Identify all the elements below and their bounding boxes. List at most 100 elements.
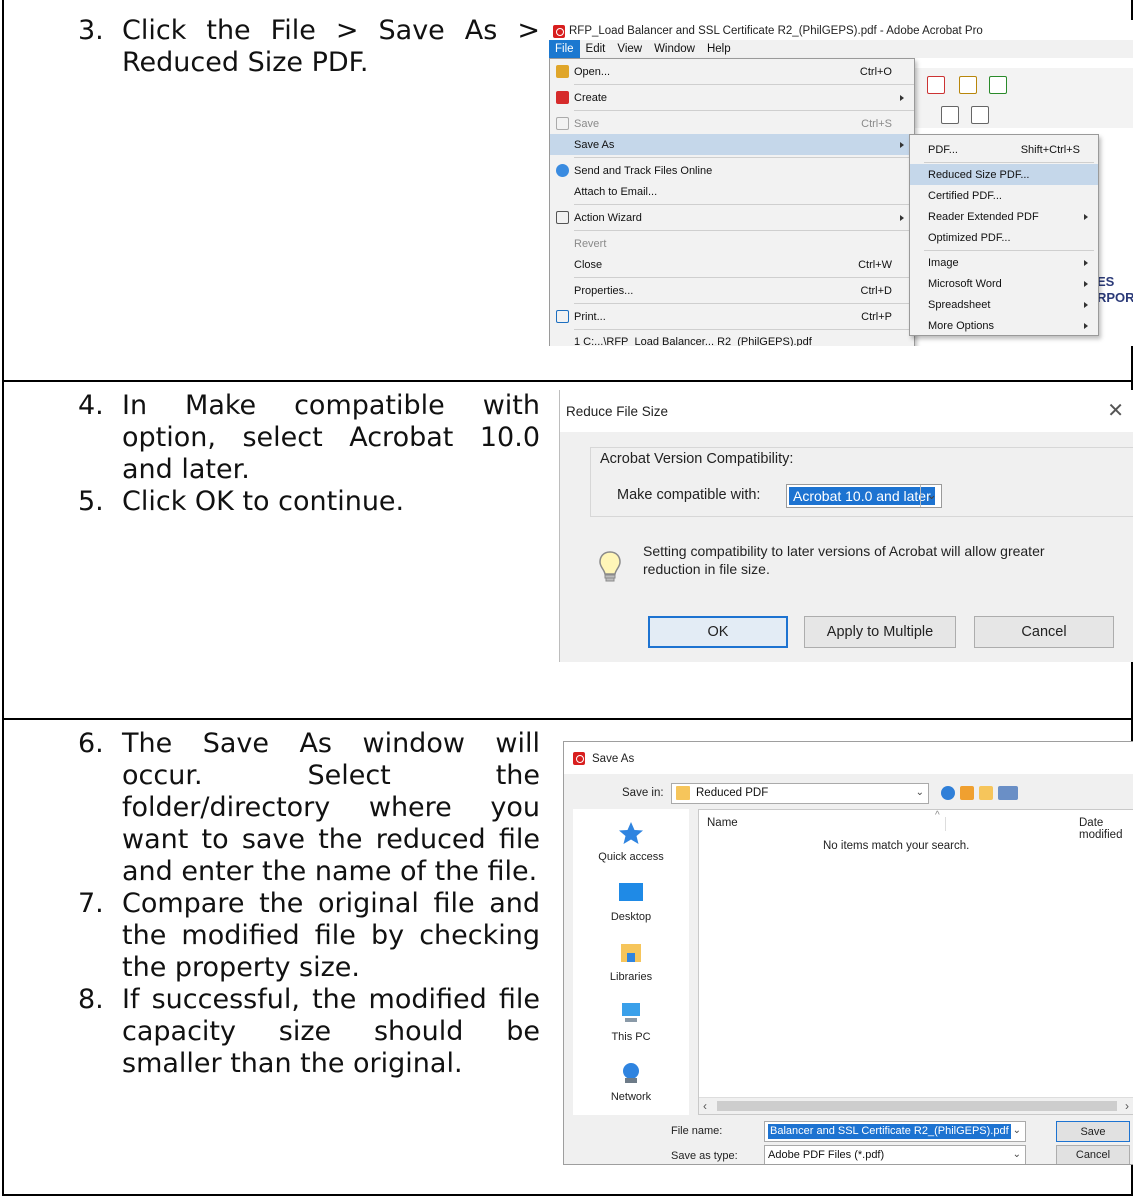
submenu-item-certified-pdf[interactable]: Certified PDF... [910,185,1098,206]
place-network[interactable]: Network [573,1061,689,1103]
chevron-down-icon: ⌄ [926,487,937,502]
save-icon [555,117,569,130]
ok-button[interactable]: OK [648,616,788,648]
place-libraries[interactable]: Libraries [573,941,689,983]
submenu-arrow-icon [1084,301,1088,308]
menu-item-revert[interactable]: Revert [550,233,914,254]
menu-separator [574,303,914,304]
file-name-input[interactable]: Balancer and SSL Certificate R2_(PhilGEP… [764,1121,1026,1142]
acrobat-toolbar [909,68,1133,128]
reduce-file-size-dialog: Reduce File Size ✕ Acrobat Version Compa… [559,390,1133,662]
pdf-file-icon [553,24,565,38]
menu-separator [574,277,914,278]
menu-edit[interactable]: Edit [580,40,612,58]
computer-icon [622,1003,640,1022]
empty-message: No items match your search. [823,840,970,852]
selected-value: Acrobat 10.0 and later [789,487,935,505]
background-text: ES [1097,274,1115,289]
action-wizard-icon [555,211,569,224]
submenu-item-more-options[interactable]: More Options [910,315,1098,336]
row-divider [2,380,1133,382]
scrollbar-thumb[interactable] [717,1101,1117,1111]
toolbar-icon[interactable] [927,76,945,94]
menu-separator [924,162,1094,163]
send-track-icon [555,164,569,177]
column-header-name[interactable]: Name [707,817,738,829]
menu-view[interactable]: View [611,40,648,58]
menu-item-save[interactable]: Save Ctrl+S [550,113,914,134]
step-text: Click OK to continue. [122,486,405,517]
menu-item-attach-email[interactable]: Attach to Email... [550,181,914,202]
step-text: If successful, the modified file capacit… [122,984,540,1079]
step-number: 8. [78,984,104,1015]
monitor-icon[interactable] [971,106,989,124]
menu-window[interactable]: Window [648,40,701,58]
close-icon[interactable]: ✕ [1107,398,1124,423]
menu-item-recent-file[interactable]: 1 C:...\RFP_Load Balancer... R2_(PhilGEP… [550,335,914,346]
save-as-submenu: PDF... Shift+Ctrl+S Reduced Size PDF... … [909,134,1099,336]
menu-item-save-as[interactable]: Save As [550,134,914,155]
toolbar-icon[interactable] [959,76,977,94]
cancel-button[interactable]: Cancel [974,616,1114,648]
submenu-arrow-icon [900,94,904,101]
step-text: Compare the original file and the modifi… [122,888,540,983]
info-text: Setting compatibility to later versions … [643,543,1045,577]
compatibility-select[interactable]: Acrobat 10.0 and later ⌄ [786,484,942,508]
file-name-value: Balancer and SSL Certificate R2_(PhilGEP… [768,1124,1011,1139]
place-desktop[interactable]: Desktop [573,881,689,923]
chevron-down-icon: ⌄ [1010,1125,1021,1136]
save-in-value: Reduced PDF [696,787,769,799]
menu-item-create[interactable]: Create [550,87,914,108]
menu-item-open[interactable]: Open... Ctrl+O [550,61,914,82]
step-list-1: 3. Click the File > Save As > Reduced Si… [78,15,540,79]
menu-item-print[interactable]: Print... Ctrl+P [550,306,914,327]
step-6: 6. The Save As window will occur. Select… [78,728,540,888]
scroll-right-icon[interactable]: › [1125,1099,1129,1113]
submenu-item-microsoft-word[interactable]: Microsoft Word [910,273,1098,294]
menu-separator [574,230,914,231]
desktop-icon [619,883,643,901]
step-text: The Save As window will occur. Select th… [122,728,540,887]
star-icon [619,822,643,844]
save-in-select[interactable]: Reduced PDF ⌄ [671,783,929,804]
submenu-item-optimized-pdf[interactable]: Optimized PDF... [910,227,1098,248]
place-this-pc[interactable]: This PC [573,1001,689,1043]
view-menu-icon[interactable] [998,786,1018,800]
menu-item-action-wizard[interactable]: Action Wizard [550,207,914,228]
column-header-date[interactable]: Date modified [1079,817,1133,841]
save-as-type-label: Save as type: [671,1150,738,1162]
menu-item-properties[interactable]: Properties... Ctrl+D [550,280,914,301]
menu-help[interactable]: Help [701,40,737,58]
up-folder-icon[interactable] [960,786,974,800]
chevron-down-icon: ⌄ [915,787,924,798]
submenu-item-spreadsheet[interactable]: Spreadsheet [910,294,1098,315]
toolbar-icon[interactable] [941,106,959,124]
menu-item-close[interactable]: Close Ctrl+W [550,254,914,275]
network-icon [623,1063,639,1083]
place-quick-access[interactable]: Quick access [573,821,689,863]
save-as-type-select[interactable]: Adobe PDF Files (*.pdf) ⌄ [764,1145,1026,1164]
step-8: 8. If successful, the modified file capa… [78,984,540,1080]
step-list-2: 4. In Make compatible with option, selec… [78,390,540,518]
dialog-title-bar: Save As [564,742,1133,774]
apply-to-multiple-button[interactable]: Apply to Multiple [804,616,956,648]
create-icon [555,91,569,104]
submenu-item-pdf[interactable]: PDF... Shift+Ctrl+S [910,139,1098,160]
menu-separator [574,84,914,85]
toolbar-icon[interactable] [989,76,1007,94]
file-list[interactable]: ^ Name Date modified Type No items match… [698,809,1133,1115]
menu-item-send-track[interactable]: Send and Track Files Online [550,160,914,181]
horizontal-scrollbar[interactable]: ‹ › [699,1097,1133,1114]
places-bar: Quick access Desktop Libraries This PC N… [573,809,689,1115]
cancel-button[interactable]: Cancel [1056,1145,1130,1164]
submenu-item-reader-extended[interactable]: Reader Extended PDF [910,206,1098,227]
new-folder-icon[interactable] [979,786,993,800]
submenu-item-reduced-size-pdf[interactable]: Reduced Size PDF... [910,164,1098,185]
menu-bar: File Edit View Window Help [549,40,1133,58]
submenu-item-image[interactable]: Image [910,252,1098,273]
scroll-left-icon[interactable]: ‹ [703,1099,707,1113]
menu-file[interactable]: File [549,40,580,58]
back-icon[interactable] [941,786,955,800]
pdf-file-icon [573,752,585,765]
save-button[interactable]: Save [1056,1121,1130,1142]
